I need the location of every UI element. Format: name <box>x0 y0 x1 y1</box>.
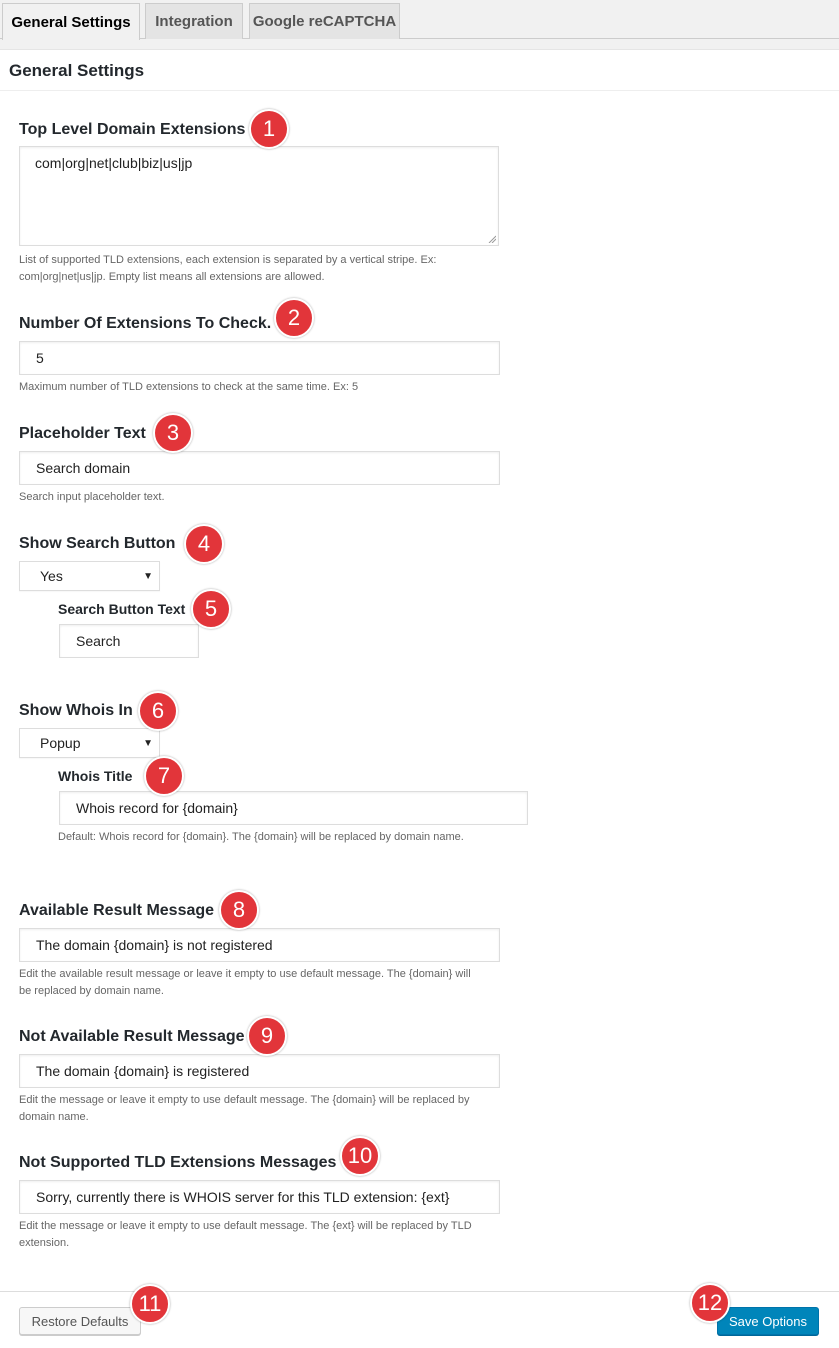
tld-extensions-label: Top Level Domain Extensions <box>19 121 246 138</box>
extensions-count-description: Maximum number of TLD extensions to chec… <box>19 381 359 393</box>
dropdown-arrow-icon: ▼ <box>143 738 153 749</box>
tab-integration[interactable]: Integration <box>145 3 243 39</box>
placeholder-text-description: Search input placeholder text. <box>19 491 165 503</box>
not-supported-message-description: Edit the message or leave it empty to us… <box>19 1220 472 1249</box>
annotation-badge-11: 11 <box>130 1284 170 1324</box>
dropdown-arrow-icon: ▼ <box>143 571 153 582</box>
settings-tabs: General Settings Integration Google reCA… <box>0 0 839 40</box>
tab-google-recaptcha[interactable]: Google reCAPTCHA <box>249 3 400 39</box>
annotation-badge-5: 5 <box>191 589 231 629</box>
show-search-button-label: Show Search Button <box>19 535 176 552</box>
show-search-button-value: Yes <box>40 568 63 584</box>
annotation-badge-1: 1 <box>249 109 289 149</box>
panel-header: General Settings <box>0 50 839 91</box>
show-whois-in-value: Popup <box>40 735 81 751</box>
extensions-count-label: Number Of Extensions To Check. <box>19 315 272 332</box>
tab-general-settings[interactable]: General Settings <box>2 3 140 40</box>
panel-title: General Settings <box>9 61 145 80</box>
not-available-message-description: Edit the message or leave it empty to us… <box>19 1094 470 1123</box>
tld-extensions-value: com|org|net|club|biz|us|jp <box>35 155 193 171</box>
available-message-input[interactable]: The domain {domain} is not registered <box>19 928 500 962</box>
search-button-text-label: Search Button Text <box>58 601 186 617</box>
available-message-description: Edit the available result message or lea… <box>19 968 471 997</box>
available-message-label: Available Result Message <box>19 902 215 919</box>
annotation-badge-7: 7 <box>144 756 184 796</box>
annotation-badge-3: 3 <box>153 413 193 453</box>
tld-extensions-description: List of supported TLD extensions, each e… <box>19 254 437 283</box>
tld-extensions-textarea[interactable]: com|org|net|club|biz|us|jp <box>19 146 499 246</box>
show-whois-in-select[interactable]: Popup ▼ <box>19 728 160 758</box>
whois-title-description: Default: Whois record for {domain}. The … <box>58 831 464 843</box>
placeholder-text-label: Placeholder Text <box>19 425 146 442</box>
annotation-badge-10: 10 <box>340 1136 380 1176</box>
not-supported-message-label: Not Supported TLD Extensions Messages <box>19 1154 337 1171</box>
extensions-count-input[interactable]: 5 <box>19 341 500 375</box>
not-available-message-label: Not Available Result Message <box>19 1028 245 1045</box>
restore-defaults-button[interactable]: Restore Defaults <box>19 1307 141 1335</box>
resize-handle-icon[interactable] <box>488 235 496 243</box>
annotation-badge-6: 6 <box>138 691 178 731</box>
save-options-button[interactable]: Save Options <box>717 1307 819 1335</box>
not-supported-message-input[interactable]: Sorry, currently there is WHOIS server f… <box>19 1180 500 1214</box>
not-available-message-input[interactable]: The domain {domain} is registered <box>19 1054 500 1088</box>
annotation-badge-4: 4 <box>184 524 224 564</box>
annotation-badge-8: 8 <box>219 890 259 930</box>
show-whois-in-label: Show Whois In <box>19 702 133 719</box>
annotation-badge-2: 2 <box>274 298 314 338</box>
placeholder-text-input[interactable]: Search domain <box>19 451 500 485</box>
whois-title-label: Whois Title <box>58 768 133 784</box>
whois-title-input[interactable]: Whois record for {domain} <box>59 791 528 825</box>
show-search-button-select[interactable]: Yes ▼ <box>19 561 160 591</box>
search-button-text-input[interactable]: Search <box>59 624 199 658</box>
annotation-badge-12: 12 <box>690 1283 730 1323</box>
annotation-badge-9: 9 <box>247 1016 287 1056</box>
settings-panel: General Settings Top Level Domain Extens… <box>0 49 839 1348</box>
